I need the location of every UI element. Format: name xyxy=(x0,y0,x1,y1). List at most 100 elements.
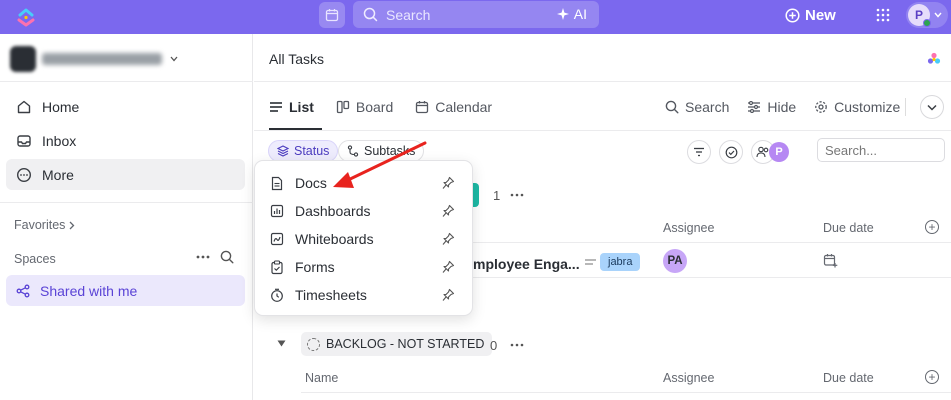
user-avatar: P xyxy=(908,4,931,27)
column-header-assignee[interactable]: Assignee xyxy=(663,221,714,235)
sidebar-item-shared-with-me[interactable]: Shared with me xyxy=(6,275,245,306)
check-circle-icon xyxy=(725,146,737,158)
list-icon xyxy=(270,102,282,112)
menu-item-label: Whiteboards xyxy=(295,231,374,247)
new-button[interactable]: New xyxy=(785,5,836,25)
inbox-icon xyxy=(17,134,31,147)
task-tag[interactable]: jabra xyxy=(600,253,641,271)
collapse-triangle-icon[interactable] xyxy=(277,340,286,347)
assignee-avatar[interactable]: PA xyxy=(663,249,687,273)
me-filter-avatar[interactable]: P xyxy=(769,142,789,162)
column-header-assignee[interactable]: Assignee xyxy=(663,371,714,385)
more-horizontal-icon[interactable] xyxy=(510,193,524,197)
clickup-logo-icon[interactable] xyxy=(16,6,36,28)
more-menu-dropdown: Docs Dashboards Whiteboards Forms Timesh… xyxy=(254,160,473,316)
form-icon xyxy=(271,259,283,274)
workspace-logo xyxy=(10,46,36,72)
app-logo-icon[interactable] xyxy=(927,52,941,66)
pin-icon[interactable] xyxy=(442,204,455,218)
home-icon xyxy=(17,100,31,113)
sidebar-item-inbox[interactable]: Inbox xyxy=(6,125,245,156)
status-circle-icon xyxy=(307,337,320,351)
group-status-label: BACKLOG - NOT STARTED xyxy=(326,337,485,351)
gear-icon xyxy=(815,101,828,113)
add-column-icon[interactable]: + xyxy=(925,220,939,234)
sidebar: Home Inbox More Favorites Spaces Shared … xyxy=(0,34,253,400)
pin-icon[interactable] xyxy=(442,260,455,274)
tabs-divider xyxy=(254,130,951,131)
tab-calendar[interactable]: Calendar xyxy=(415,94,492,120)
people-icon xyxy=(756,146,769,158)
ai-sparkle-icon xyxy=(556,8,569,20)
ai-button[interactable]: AI xyxy=(556,6,587,22)
task-search-input[interactable] xyxy=(817,138,945,162)
status-group-chip-backlog[interactable]: BACKLOG - NOT STARTED xyxy=(301,332,493,356)
spaces-section[interactable]: Spaces xyxy=(14,252,56,266)
favorites-section[interactable]: Favorites xyxy=(14,218,75,232)
ai-label: AI xyxy=(573,6,587,22)
pin-icon[interactable] xyxy=(442,288,455,302)
hide-button[interactable]: Hide xyxy=(747,94,796,120)
user-menu-button[interactable]: P xyxy=(906,2,948,28)
title-divider xyxy=(254,81,951,82)
column-header-name[interactable]: Name xyxy=(305,371,338,385)
description-icon xyxy=(585,259,596,265)
workspace-name-blurred xyxy=(42,53,162,65)
plus-circle-icon xyxy=(785,7,800,23)
menu-item-label: Timesheets xyxy=(295,287,367,303)
calendar-shortcut-button[interactable] xyxy=(319,2,345,28)
group-count: 1 xyxy=(493,188,501,203)
sidebar-item-more[interactable]: More xyxy=(6,159,245,190)
timesheet-icon xyxy=(271,288,283,302)
add-column-icon[interactable]: + xyxy=(925,370,939,384)
pin-icon[interactable] xyxy=(442,176,455,190)
sidebar-item-home[interactable]: Home xyxy=(6,91,245,122)
closed-tasks-button[interactable] xyxy=(719,140,743,164)
view-tabs: List Board Calendar xyxy=(269,94,492,120)
menu-item-label: Docs xyxy=(295,175,327,191)
column-header-due-date[interactable]: Due date xyxy=(823,221,874,235)
favorites-label: Favorites xyxy=(14,218,66,232)
filter-button[interactable] xyxy=(687,140,711,164)
more-horizontal-icon[interactable] xyxy=(196,255,210,259)
menu-item-timesheets[interactable]: Timesheets xyxy=(255,281,474,309)
tab-label: List xyxy=(289,99,314,115)
apps-grid-icon[interactable] xyxy=(876,8,890,22)
collapse-toolbar-button[interactable] xyxy=(920,95,944,119)
chevron-down-icon xyxy=(927,104,937,111)
sidebar-divider xyxy=(0,81,253,82)
more-horizontal-icon[interactable] xyxy=(510,343,524,347)
task-name[interactable]: mployee Enga... xyxy=(473,256,580,272)
column-header-due-date[interactable]: Due date xyxy=(823,371,874,385)
chevron-down-icon xyxy=(170,56,178,62)
spaces-label: Spaces xyxy=(14,252,56,266)
tab-board[interactable]: Board xyxy=(336,94,393,120)
calendar-icon xyxy=(416,101,429,114)
menu-item-forms[interactable]: Forms xyxy=(255,253,474,281)
menu-item-docs[interactable]: Docs xyxy=(255,169,474,197)
search-icon[interactable] xyxy=(220,250,234,264)
tab-label: Board xyxy=(355,99,394,115)
subtasks-chip[interactable]: Subtasks xyxy=(338,140,425,162)
more-circle-icon xyxy=(16,167,32,182)
board-icon xyxy=(336,100,350,114)
pin-icon[interactable] xyxy=(442,232,455,246)
subtasks-chip-label: Subtasks xyxy=(364,144,416,158)
dashboard-icon xyxy=(270,204,284,218)
search-tasks-button[interactable]: Search xyxy=(665,94,729,120)
menu-item-dashboards[interactable]: Dashboards xyxy=(255,197,474,225)
global-search-bar[interactable]: Search AI xyxy=(353,1,599,28)
group-count: 0 xyxy=(490,338,498,353)
tab-list[interactable]: List xyxy=(269,94,314,120)
customize-button[interactable]: Customize xyxy=(814,94,900,120)
status-chip-label: Status xyxy=(294,144,330,158)
layers-icon xyxy=(277,145,289,157)
subtask-icon xyxy=(347,145,359,157)
action-label: Hide xyxy=(767,99,797,115)
actions-divider xyxy=(905,98,906,116)
calendar-add-icon[interactable] xyxy=(823,253,838,268)
sidebar-item-label: More xyxy=(42,166,74,183)
group-by-status-chip[interactable]: Status xyxy=(268,140,339,162)
menu-item-whiteboards[interactable]: Whiteboards xyxy=(255,225,474,253)
workspace-switcher[interactable] xyxy=(10,46,178,72)
